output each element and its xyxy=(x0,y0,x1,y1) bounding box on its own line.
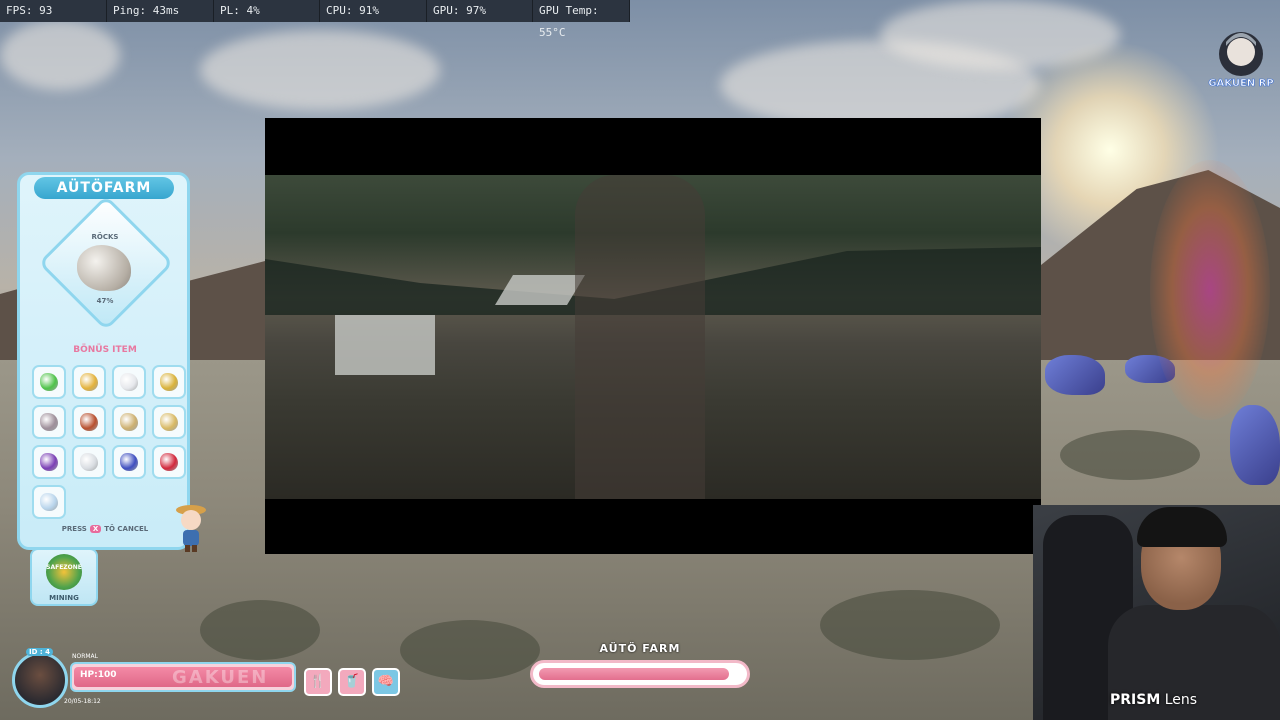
chibi-farmer-icon xyxy=(176,505,206,552)
cloud xyxy=(0,20,120,90)
food-button[interactable]: 🍴 xyxy=(304,668,332,696)
video-scene xyxy=(265,175,1041,499)
sand-pile-icon xyxy=(120,413,138,431)
bonus-item-slot[interactable] xyxy=(112,445,146,479)
bonus-item-title: BÖNÜS ITEM xyxy=(73,345,137,355)
bonus-item-grid xyxy=(32,365,186,519)
autofarm-progress-fill xyxy=(539,668,729,680)
drink-button[interactable]: 🥤 xyxy=(338,668,366,696)
hp-bar: GAKUEN HP:100 xyxy=(70,662,296,692)
resource-label: RÖCKS xyxy=(91,233,119,241)
fps-stat: FPS: 93 xyxy=(0,0,107,22)
player-hud: ID : 4 NORMAL GAKUEN HP:100 20/05-18:12 xyxy=(12,648,302,708)
ice-crystal-icon xyxy=(40,493,58,511)
hp-value: HP:100 xyxy=(80,670,117,680)
streamer-hair xyxy=(1137,507,1227,547)
webcam-feed xyxy=(1033,505,1280,720)
gold-nugget-icon xyxy=(80,373,98,391)
bonus-item-slot[interactable] xyxy=(72,365,106,399)
quartz-icon xyxy=(80,453,98,471)
cpu-stat: CPU: 91% xyxy=(320,0,427,22)
bonus-item-slot[interactable] xyxy=(32,485,66,519)
ruby-icon xyxy=(160,453,178,471)
gold-ore-icon xyxy=(160,373,178,391)
lens-flare xyxy=(1150,160,1270,420)
blue-ore-rock[interactable] xyxy=(1230,405,1280,485)
sulfur-icon xyxy=(160,413,178,431)
silver-ore-icon xyxy=(120,373,138,391)
video-tent xyxy=(335,315,435,375)
prism-lens-watermark: PRISM Lens xyxy=(1110,692,1197,708)
bonus-item-slot[interactable] xyxy=(112,365,146,399)
sapphire-icon xyxy=(120,453,138,471)
safezone-icon xyxy=(46,554,82,590)
bonus-item-slot[interactable] xyxy=(32,445,66,479)
safezone-badge: SAFEZONE MINING xyxy=(30,548,98,606)
server-logo: GAKUEN RP xyxy=(1208,32,1274,89)
gpu-stat: GPU: 97% xyxy=(427,0,533,22)
cancel-prefix: PRESS xyxy=(61,525,87,533)
performance-overlay: FPS: 93 Ping: 43ms PL: 4% CPU: 91% GPU: … xyxy=(0,0,630,39)
cloud xyxy=(200,30,440,110)
gray-ore-icon xyxy=(40,413,58,431)
autofarm-progress-label: AÜTÖ FARM xyxy=(599,642,681,655)
cancel-suffix: TÖ CANCEL xyxy=(104,525,149,533)
player-id: ID : 4 xyxy=(26,648,53,656)
cancel-hint: PRESS X TÖ CANCEL xyxy=(30,525,180,533)
blue-ore-rock[interactable] xyxy=(1045,355,1105,395)
bonus-item-slot[interactable] xyxy=(152,365,186,399)
autofarm-title: AÜTÖFARM xyxy=(34,177,174,199)
safezone-text: SAFEZONE xyxy=(46,564,82,571)
shrub xyxy=(820,590,1000,660)
amethyst-icon xyxy=(40,453,58,471)
autofarm-panel: AÜTÖFARM RÖCKS 47% BÖNÜS ITEM PRESS X TÖ C… xyxy=(17,172,190,550)
video-figure xyxy=(575,175,705,499)
logo-text: GAKUEN RP xyxy=(1208,78,1273,89)
bonus-item-slot[interactable] xyxy=(32,405,66,439)
autofarm-progress-bar xyxy=(530,660,750,688)
prism-brand: PRISM xyxy=(1110,692,1161,708)
bonus-item-slot[interactable] xyxy=(32,365,66,399)
hp-watermark: GAKUEN xyxy=(172,667,269,688)
zone-activity-label: MINING xyxy=(49,594,79,602)
bonus-item-slot[interactable] xyxy=(112,405,146,439)
bonus-item-slot[interactable] xyxy=(72,405,106,439)
green-gem-icon xyxy=(40,373,58,391)
bonus-item-slot[interactable] xyxy=(152,445,186,479)
avatar xyxy=(12,652,68,708)
resource-count: 47% xyxy=(96,297,114,305)
player-status: NORMAL xyxy=(72,653,99,660)
prism-suffix: Lens xyxy=(1160,692,1198,708)
shrub xyxy=(400,620,540,680)
bonus-item-slot[interactable] xyxy=(72,445,106,479)
date-time: 20/05-18:12 xyxy=(64,698,101,705)
video-overlay xyxy=(265,118,1041,554)
bonus-item-slot[interactable] xyxy=(152,405,186,439)
gpu-temp-stat: GPU Temp: 55°C xyxy=(533,0,630,39)
shrub xyxy=(1060,430,1200,480)
cancel-key[interactable]: X xyxy=(89,525,102,533)
packet-loss-stat: PL: 4% xyxy=(214,0,320,22)
brick-icon xyxy=(80,413,98,431)
brain-button[interactable]: 🧠 xyxy=(372,668,400,696)
ping-stat: Ping: 43ms xyxy=(107,0,214,22)
